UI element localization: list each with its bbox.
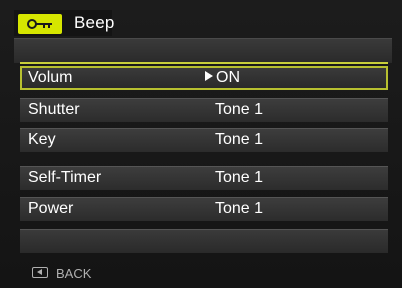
menu-item-label: Volum [28,69,73,86]
menu-item-self-timer[interactable]: Self-Timer Tone 1 [20,166,388,190]
back-button-icon [32,267,48,278]
menu-item-label: Self-Timer [28,169,102,186]
back-label: BACK [56,266,92,281]
header-bar [14,38,392,63]
menu-item-key[interactable]: Key Tone 1 [20,128,388,152]
menu-item-value: Tone 1 [215,101,264,118]
menu-title: Beep [74,13,115,32]
menu-header: Beep [14,10,392,36]
key-icon [18,14,62,34]
header-divider [20,62,388,64]
menu-item-value: Tone 1 [215,131,264,148]
menu-item-value: Tone 1 [215,169,264,186]
volume-value-text: ON [216,69,240,86]
settings-tab[interactable]: Beep [14,10,115,36]
menu-item-volume[interactable]: Volum ON [20,66,388,90]
camera-menu-screen: Beep Volum ON Shutter Tone 1 Key Tone 1 … [0,0,402,288]
empty-menu-row [20,229,388,253]
menu-item-value[interactable]: ON [205,69,240,87]
menu-item-label: Shutter [28,101,80,118]
selection-arrow-icon [205,71,213,81]
menu-item-label: Key [28,131,56,148]
menu-item-value: Tone 1 [215,200,264,217]
menu-item-label: Power [28,200,74,217]
menu-item-shutter[interactable]: Shutter Tone 1 [20,98,388,122]
menu-item-power[interactable]: Power Tone 1 [20,197,388,221]
